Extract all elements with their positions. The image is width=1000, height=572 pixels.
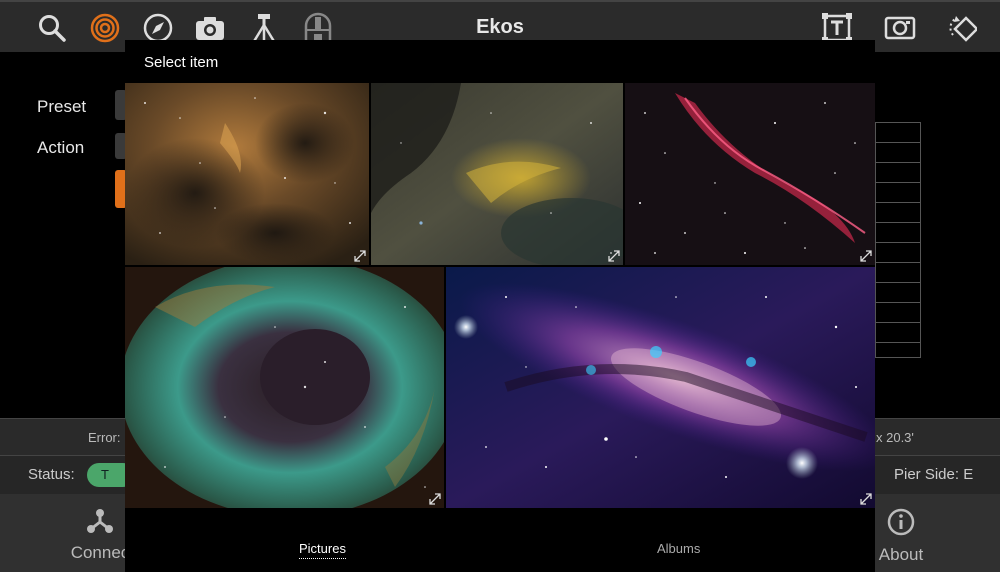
pier-side-label: Pier Side: E bbox=[894, 466, 974, 483]
image-tile-pelican-nebula[interactable] bbox=[371, 83, 623, 265]
rotate-icon[interactable] bbox=[946, 12, 978, 44]
target-icon[interactable] bbox=[89, 12, 121, 44]
expand-icon[interactable] bbox=[860, 250, 872, 262]
action-label: Action bbox=[37, 138, 85, 157]
expand-icon[interactable] bbox=[354, 250, 366, 262]
image-tile-veil-nebula[interactable] bbox=[625, 83, 875, 265]
tab-pictures[interactable]: Pictures bbox=[299, 541, 346, 559]
error-value: x 20.3' bbox=[876, 430, 914, 445]
picker-tabs: Pictures Albums bbox=[125, 508, 875, 572]
status-label: Status: bbox=[28, 466, 75, 483]
network-icon bbox=[87, 509, 113, 533]
image-tile-rosette-nebula[interactable] bbox=[125, 267, 444, 508]
nav-about-label: About bbox=[878, 545, 924, 564]
expand-icon[interactable] bbox=[429, 493, 441, 505]
capture-frame-icon[interactable] bbox=[884, 12, 916, 44]
search-icon[interactable] bbox=[36, 12, 68, 44]
nav-about[interactable]: About bbox=[870, 494, 932, 572]
tab-albums[interactable]: Albums bbox=[657, 541, 700, 556]
image-tile-milky-way-core[interactable] bbox=[446, 267, 875, 508]
image-picker-dialog: Select item Pictures Albums bbox=[125, 40, 875, 572]
status-badge-text: T bbox=[101, 467, 109, 482]
info-icon bbox=[887, 508, 915, 536]
property-grid bbox=[875, 122, 921, 358]
image-tile-elephant-trunk-nebula[interactable] bbox=[125, 83, 369, 265]
error-label: Error: bbox=[88, 430, 121, 445]
preset-label: Preset bbox=[37, 97, 87, 116]
picker-title: Select item bbox=[144, 54, 219, 71]
expand-icon[interactable] bbox=[608, 250, 620, 262]
expand-icon[interactable] bbox=[860, 493, 872, 505]
